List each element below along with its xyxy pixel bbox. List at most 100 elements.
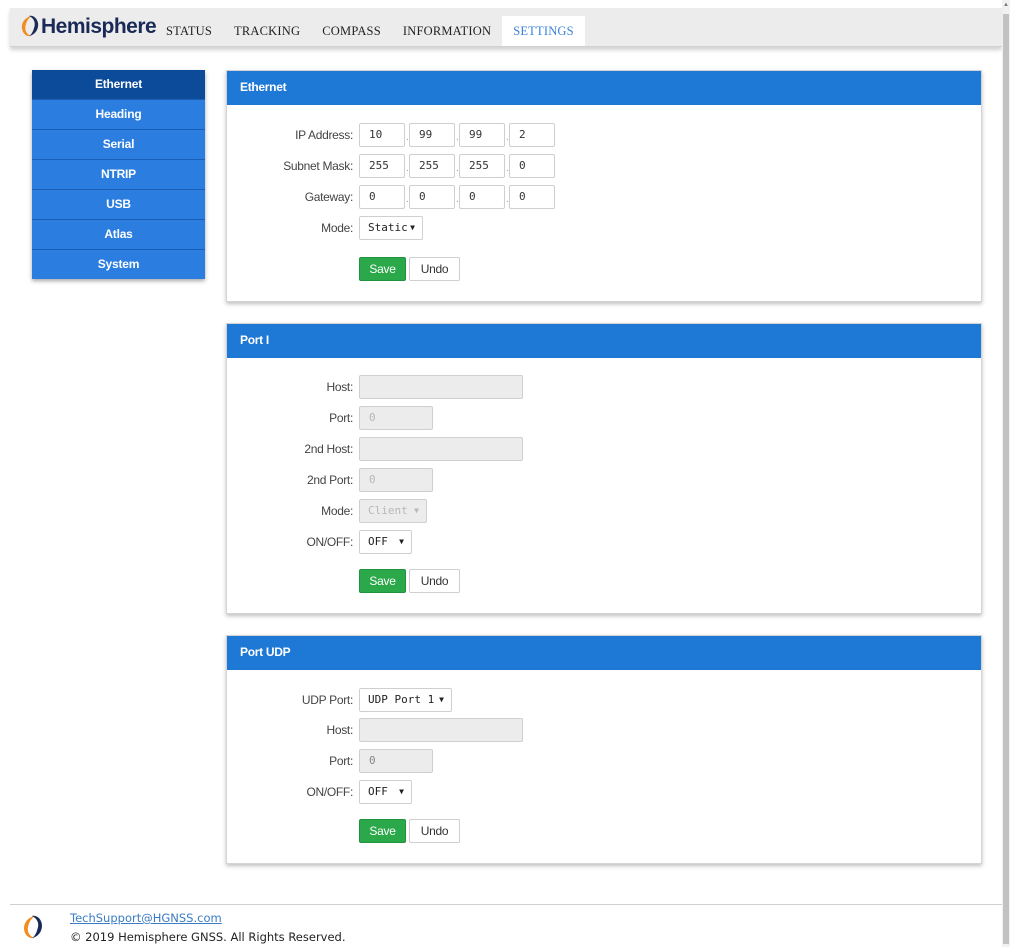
ethernet-panel-title: Ethernet: [227, 71, 981, 105]
ip-octet-2-input[interactable]: 99: [409, 123, 455, 147]
udp-onoff-select[interactable]: OFF ▼: [359, 780, 412, 804]
port-i-onoff-label: ON/OFF:: [306, 535, 353, 549]
nav-compass[interactable]: COMPASS: [311, 16, 392, 46]
port-udp-panel-title: Port UDP: [227, 636, 981, 670]
port-i-onoff-value: OFF: [368, 535, 388, 548]
udp-host-label: Host:: [326, 723, 353, 737]
port-i-port-input[interactable]: 0: [359, 406, 433, 430]
port-i-onoff-select[interactable]: OFF ▼: [359, 530, 412, 554]
subnet-mask-row: Subnet Mask: 255 . 255 . 255 . 0: [227, 154, 981, 178]
port-i-mode-label: Mode:: [321, 504, 353, 518]
subnet-mask-label: Subnet Mask:: [283, 159, 353, 173]
vertical-scrollbar[interactable]: ▲: [1002, 0, 1010, 947]
ethernet-save-button[interactable]: Save: [359, 257, 406, 281]
hemisphere-swirl-logo-icon: [22, 913, 44, 944]
gateway-octet-2-input[interactable]: 0: [409, 185, 455, 209]
sidebar-item-atlas[interactable]: Atlas: [32, 220, 205, 250]
udp-port-number-label: Port:: [329, 754, 353, 768]
udp-actions-row: Save Undo: [227, 819, 981, 843]
port-i-port-label: Port:: [329, 411, 353, 425]
port-i-port2-label: 2nd Port:: [307, 473, 353, 487]
ethernet-undo-button[interactable]: Undo: [409, 257, 460, 281]
main-nav: STATUS TRACKING COMPASS INFORMATION SETT…: [155, 16, 585, 46]
subnet-octet-3-input[interactable]: 255: [459, 154, 505, 178]
port-i-actions-row: Save Undo: [227, 569, 981, 593]
ethernet-actions-row: Save Undo: [227, 257, 981, 281]
subnet-octet-4-input[interactable]: 0: [509, 154, 555, 178]
ip-address-label: IP Address:: [295, 128, 353, 142]
subnet-octet-1-input[interactable]: 255: [359, 154, 405, 178]
ethernet-mode-row: Mode: Static ▼: [227, 216, 981, 240]
port-i-host-row: Host:: [227, 375, 981, 399]
sidebar-item-usb[interactable]: USB: [32, 190, 205, 220]
nav-information[interactable]: INFORMATION: [392, 16, 502, 46]
port-i-port2-row: 2nd Port: 0: [227, 468, 981, 492]
sidebar-item-serial[interactable]: Serial: [32, 130, 205, 160]
udp-host-row: Host:: [227, 718, 981, 742]
ethernet-mode-value: Static: [368, 221, 408, 234]
dropdown-caret-icon: ▼: [399, 537, 404, 546]
port-i-host-input[interactable]: [359, 375, 523, 399]
port-i-onoff-row: ON/OFF: OFF ▼: [227, 530, 981, 554]
udp-port-number-input[interactable]: 0: [359, 749, 433, 773]
hemisphere-swirl-logo-icon: [20, 14, 40, 41]
scrollbar-thumb[interactable]: [1003, 14, 1009, 944]
sidebar-item-ntrip[interactable]: NTRIP: [32, 160, 205, 190]
nav-status[interactable]: STATUS: [155, 16, 223, 46]
port-i-host2-row: 2nd Host:: [227, 437, 981, 461]
dropdown-caret-icon: ▼: [414, 506, 419, 515]
udp-onoff-row: ON/OFF: OFF ▼: [227, 780, 981, 804]
nav-tracking[interactable]: TRACKING: [223, 16, 311, 46]
ethernet-mode-select[interactable]: Static ▼: [359, 216, 423, 240]
gateway-octet-1-input[interactable]: 0: [359, 185, 405, 209]
brand-logo[interactable]: Hemisphere: [20, 14, 157, 41]
scroll-up-icon[interactable]: ▲: [1002, 2, 1010, 12]
gateway-octet-3-input[interactable]: 0: [459, 185, 505, 209]
udp-port-label: UDP Port:: [301, 693, 353, 707]
port-i-mode-select[interactable]: Client ▼: [359, 499, 427, 523]
port-udp-panel: Port UDP UDP Port: UDP Port 1 ▼ Host: Po…: [226, 635, 982, 864]
udp-port-number-row: Port: 0: [227, 749, 981, 773]
gateway-row: Gateway: 0 . 0 . 0 . 0: [227, 185, 981, 209]
port-i-port2-input[interactable]: 0: [359, 468, 433, 492]
port-i-undo-button[interactable]: Undo: [409, 569, 460, 593]
port-i-panel: Port I Host: Port: 0 2nd Host: 2nd Port:…: [226, 323, 982, 614]
udp-host-input[interactable]: [359, 718, 523, 742]
settings-sidebar: Ethernet Heading Serial NTRIP USB Atlas …: [32, 70, 205, 279]
tech-support-link[interactable]: TechSupport@HGNSS.com: [70, 911, 222, 925]
port-i-host2-input[interactable]: [359, 437, 523, 461]
ip-octet-4-input[interactable]: 2: [509, 123, 555, 147]
port-i-mode-value: Client: [368, 504, 408, 517]
nav-settings[interactable]: SETTINGS: [502, 16, 585, 46]
top-navbar: Hemisphere STATUS TRACKING COMPASS INFOR…: [10, 8, 1002, 47]
port-i-mode-row: Mode: Client ▼: [227, 499, 981, 523]
udp-undo-button[interactable]: Undo: [409, 819, 460, 843]
udp-port-select[interactable]: UDP Port 1 ▼: [359, 688, 452, 712]
page-footer: TechSupport@HGNSS.com © 2019 Hemisphere …: [10, 904, 1002, 948]
gateway-octet-4-input[interactable]: 0: [509, 185, 555, 209]
ip-octet-3-input[interactable]: 99: [459, 123, 505, 147]
ip-octet-1-input[interactable]: 10: [359, 123, 405, 147]
udp-save-button[interactable]: Save: [359, 819, 406, 843]
gateway-label: Gateway:: [304, 190, 354, 204]
dropdown-caret-icon: ▼: [439, 695, 444, 704]
port-i-host2-label: 2nd Host:: [304, 442, 353, 456]
udp-onoff-value: OFF: [368, 785, 388, 798]
port-i-host-label: Host:: [326, 380, 353, 394]
udp-port-row: UDP Port: UDP Port 1 ▼: [227, 688, 981, 712]
port-i-save-button[interactable]: Save: [359, 569, 406, 593]
udp-onoff-label: ON/OFF:: [306, 785, 353, 799]
dropdown-caret-icon: ▼: [399, 787, 404, 796]
udp-port-value: UDP Port 1: [368, 693, 435, 706]
sidebar-item-heading[interactable]: Heading: [32, 100, 205, 130]
ip-address-row: IP Address: 10 . 99 . 99 . 2: [227, 123, 981, 147]
dropdown-caret-icon: ▼: [410, 223, 415, 232]
port-i-port-row: Port: 0: [227, 406, 981, 430]
port-i-panel-title: Port I: [227, 324, 981, 358]
subnet-octet-2-input[interactable]: 255: [409, 154, 455, 178]
ethernet-mode-label: Mode:: [321, 221, 353, 235]
sidebar-item-ethernet[interactable]: Ethernet: [32, 70, 205, 100]
sidebar-item-system[interactable]: System: [32, 250, 205, 279]
copyright-text: © 2019 Hemisphere GNSS. All Rights Reser…: [70, 930, 346, 944]
brand-name: Hemisphere: [41, 15, 157, 38]
